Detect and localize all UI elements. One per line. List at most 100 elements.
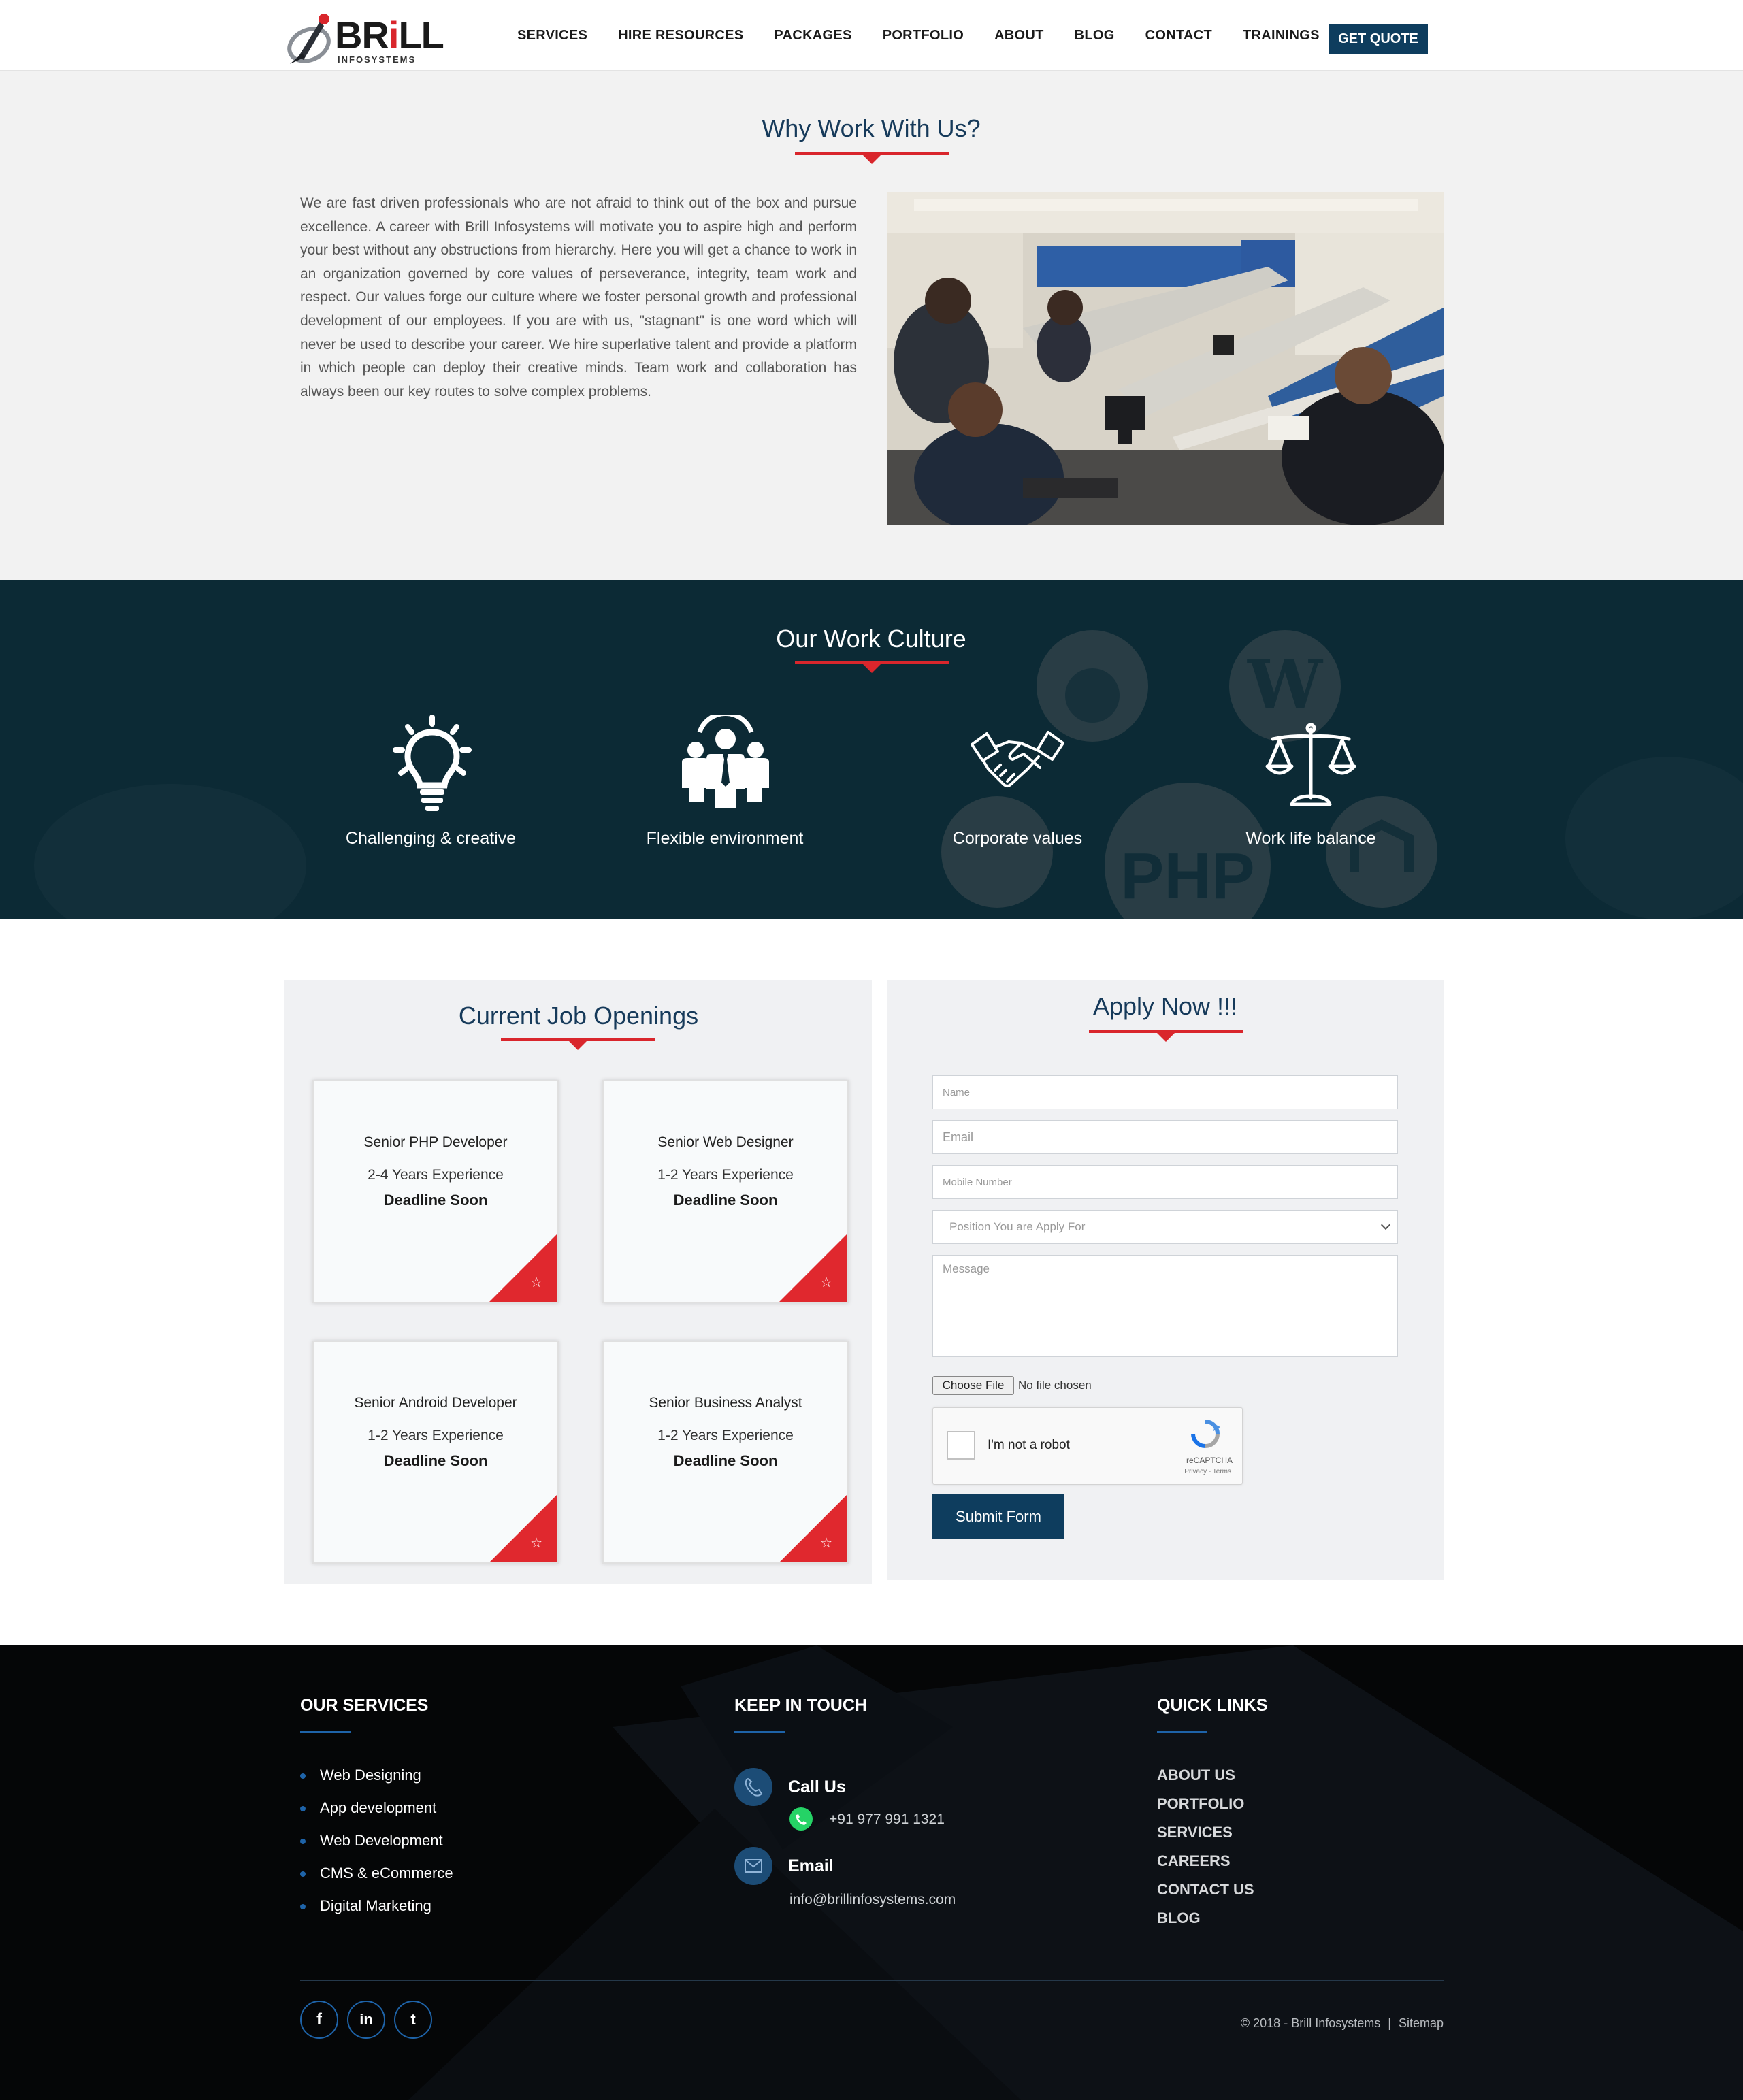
quick-link-careers[interactable]: CAREERS bbox=[1157, 1852, 1231, 1870]
job-deadline: Deadline Soon bbox=[383, 1452, 488, 1469]
job-experience: 1-2 Years Experience bbox=[657, 1167, 794, 1183]
list-bullet bbox=[300, 1904, 306, 1909]
team-icon bbox=[682, 715, 769, 808]
position-select[interactable]: Position You are Apply For bbox=[932, 1210, 1398, 1244]
job-experience: 1-2 Years Experience bbox=[657, 1428, 794, 1443]
job-experience: 1-2 Years Experience bbox=[368, 1428, 504, 1443]
recaptcha-terms-link[interactable]: Privacy - Terms bbox=[1184, 1468, 1231, 1475]
jobs-title: Current Job Openings bbox=[458, 1002, 699, 1030]
nav-about[interactable]: ABOUT bbox=[994, 28, 1044, 44]
choose-file-button[interactable]: Choose File bbox=[932, 1376, 1014, 1395]
job-card[interactable]: Senior Web Designer 1-2 Years Experience… bbox=[602, 1080, 849, 1303]
get-quote-button[interactable]: GET QUOTE bbox=[1329, 24, 1428, 54]
nav-services[interactable]: SERVICES bbox=[517, 28, 587, 44]
job-title: Senior Web Designer bbox=[657, 1134, 794, 1150]
list-bullet bbox=[300, 1773, 306, 1779]
recaptcha-widget: I'm not a robot reCAPTCHA Privacy - Term… bbox=[932, 1407, 1243, 1485]
job-title: Senior Business Analyst bbox=[649, 1395, 802, 1411]
quick-link-contact[interactable]: CONTACT US bbox=[1157, 1881, 1254, 1899]
list-bullet bbox=[300, 1871, 306, 1877]
nav-contact[interactable]: CONTACT bbox=[1145, 28, 1212, 44]
footer-divider bbox=[300, 1980, 1444, 1981]
recaptcha-label: I'm not a robot bbox=[988, 1438, 1070, 1452]
handshake-icon bbox=[971, 731, 1064, 787]
job-title: Senior Android Developer bbox=[354, 1395, 517, 1411]
mobile-field[interactable]: Mobile Number bbox=[932, 1165, 1398, 1199]
nav-hire-resources[interactable]: HIRE RESOURCES bbox=[618, 28, 743, 44]
recaptcha-icon bbox=[1191, 1420, 1220, 1448]
email-address[interactable]: info@brillinfosystems.com bbox=[789, 1892, 956, 1908]
main-nav: SERVICES HIRE RESOURCES PACKAGES PORTFOL… bbox=[517, 0, 1350, 71]
whatsapp-icon bbox=[789, 1807, 813, 1831]
culture-label-work-life: Work life balance bbox=[1245, 829, 1376, 848]
job-deadline: Deadline Soon bbox=[673, 1452, 778, 1469]
list-bullet bbox=[300, 1806, 306, 1811]
logo-subtitle: INFOSYSTEMS bbox=[338, 54, 417, 65]
recaptcha-brand: reCAPTCHA bbox=[1186, 1456, 1233, 1465]
quick-link-services[interactable]: SERVICES bbox=[1157, 1824, 1233, 1841]
nav-portfolio[interactable]: PORTFOLIO bbox=[883, 28, 964, 44]
brand-logo[interactable]: BRiLL INFOSYSTEMS bbox=[284, 10, 444, 68]
footer-service-link[interactable]: App development bbox=[320, 1799, 436, 1817]
nav-packages[interactable]: PACKAGES bbox=[774, 28, 851, 44]
footer-service-link[interactable]: CMS & eCommerce bbox=[320, 1865, 453, 1882]
job-deadline: Deadline Soon bbox=[383, 1192, 488, 1209]
apply-title: Apply Now !!! bbox=[1092, 992, 1238, 1020]
file-status-text: No file chosen bbox=[1018, 1379, 1092, 1392]
phone-icon bbox=[734, 1768, 772, 1806]
email-field[interactable]: Email bbox=[932, 1120, 1398, 1154]
job-card[interactable]: Senior PHP Developer 2-4 Years Experienc… bbox=[312, 1080, 559, 1303]
star-icon: ☆ bbox=[530, 1536, 542, 1551]
footer-service-link[interactable]: Digital Marketing bbox=[320, 1897, 431, 1915]
services-heading-underline bbox=[300, 1731, 351, 1733]
why-title: Why Work With Us? bbox=[762, 114, 981, 142]
list-bullet bbox=[300, 1839, 306, 1844]
sitemap-link[interactable]: Sitemap bbox=[1399, 2016, 1444, 2030]
culture-label-corporate: Corporate values bbox=[952, 829, 1083, 848]
job-card[interactable]: Senior Android Developer 1-2 Years Exper… bbox=[312, 1341, 559, 1564]
quick-link-portfolio[interactable]: PORTFOLIO bbox=[1157, 1795, 1244, 1813]
svg-text:W: W bbox=[1247, 646, 1324, 724]
culture-title: Our Work Culture bbox=[776, 625, 966, 653]
why-work-section bbox=[0, 71, 1743, 580]
logo-mark-icon bbox=[287, 14, 331, 64]
quick-links-heading: QUICK LINKS bbox=[1157, 1696, 1268, 1715]
chevron-down-icon bbox=[1380, 1219, 1391, 1230]
site-footer bbox=[0, 1645, 1743, 2100]
office-photo-illustration bbox=[887, 192, 1444, 525]
why-body-text: We are fast driven professionals who are… bbox=[300, 195, 857, 399]
quick-link-about[interactable]: ABOUT US bbox=[1157, 1767, 1235, 1784]
message-field[interactable]: Message bbox=[932, 1255, 1398, 1357]
jobs-title-arrow bbox=[568, 1040, 587, 1050]
footer-service-link[interactable]: Web Designing bbox=[320, 1767, 421, 1784]
star-icon: ☆ bbox=[820, 1275, 832, 1290]
job-corner-ribbon bbox=[489, 1494, 557, 1562]
facebook-icon[interactable]: f bbox=[300, 2001, 338, 2039]
job-card[interactable]: Senior Business Analyst 1-2 Years Experi… bbox=[602, 1341, 849, 1564]
nav-trainings[interactable]: TRAININGS bbox=[1243, 28, 1320, 44]
phone-number[interactable]: +91 977 991 1321 bbox=[829, 1811, 945, 1828]
copyright-separator: | bbox=[1388, 2016, 1391, 2030]
name-field[interactable]: Name bbox=[932, 1075, 1398, 1109]
star-icon: ☆ bbox=[820, 1536, 832, 1551]
job-corner-ribbon bbox=[489, 1234, 557, 1302]
nav-blog[interactable]: BLOG bbox=[1075, 28, 1115, 44]
quick-link-blog[interactable]: BLOG bbox=[1157, 1909, 1201, 1927]
laptop-background-illustration bbox=[408, 1645, 1743, 2100]
services-heading: OUR SERVICES bbox=[300, 1696, 429, 1715]
email-icon bbox=[734, 1847, 772, 1885]
culture-title-arrow bbox=[862, 663, 881, 673]
twitter-icon[interactable]: t bbox=[394, 2001, 432, 2039]
job-experience: 2-4 Years Experience bbox=[368, 1167, 504, 1183]
php-watermark: PHP bbox=[1120, 840, 1254, 913]
linkedin-icon[interactable]: in bbox=[347, 2001, 385, 2039]
job-deadline: Deadline Soon bbox=[673, 1192, 778, 1209]
apply-title-arrow bbox=[1156, 1032, 1175, 1042]
copyright-line: © 2018 - Brill Infosystems | Sitemap bbox=[1241, 2016, 1444, 2031]
position-select-value: Position You are Apply For bbox=[949, 1220, 1086, 1233]
recaptcha-checkbox[interactable] bbox=[947, 1431, 975, 1460]
submit-form-button[interactable]: Submit Form bbox=[932, 1494, 1064, 1539]
footer-service-link[interactable]: Web Development bbox=[320, 1832, 443, 1850]
call-us-label: Call Us bbox=[788, 1777, 846, 1797]
logo-wordmark: BRiLL bbox=[335, 14, 444, 56]
